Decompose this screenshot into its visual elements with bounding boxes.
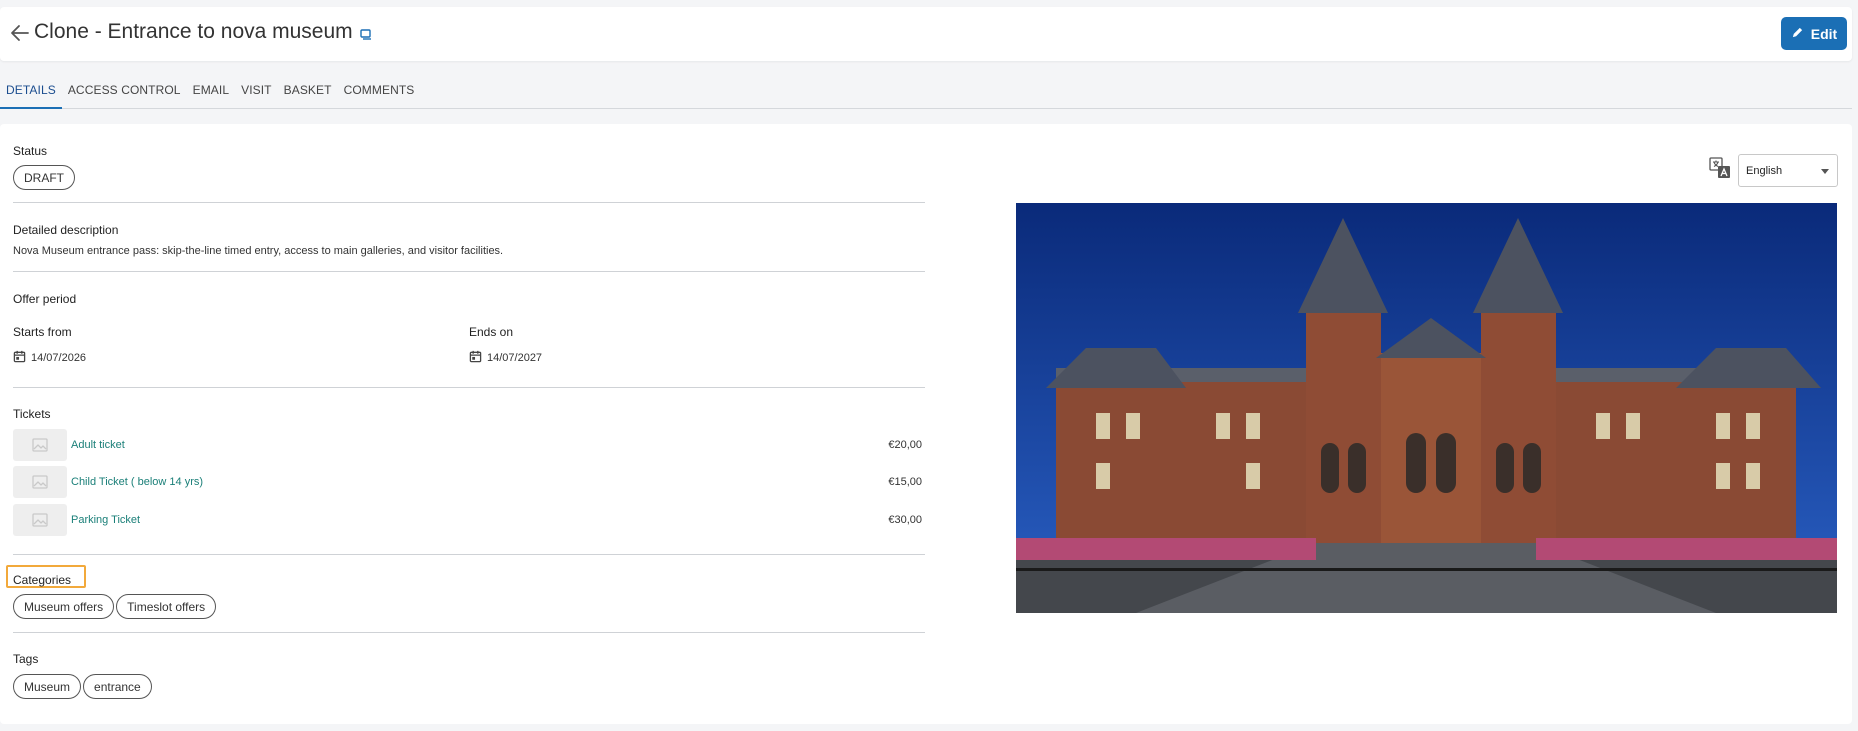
ends-on-field: Ends on 14/07/2027 [469, 325, 909, 366]
description-label: Detailed description [13, 223, 119, 237]
title-group: Clone - Entrance to nova museum [34, 20, 373, 44]
tab-access-control[interactable]: ACCESS CONTROL [62, 78, 187, 109]
categories-label: Categories [13, 573, 72, 587]
language-select[interactable]: English [1738, 154, 1838, 187]
starts-from-value: 14/07/2026 [31, 352, 87, 364]
tab-visit[interactable]: VISIT [235, 78, 278, 109]
divider [13, 387, 925, 388]
tag-chip[interactable]: entrance [83, 674, 152, 699]
calendar-icon [469, 350, 482, 366]
tab-email[interactable]: EMAIL [187, 78, 236, 109]
back-arrow-icon[interactable] [8, 21, 32, 45]
categories-section: Categories Museum offers Timeslot offers [13, 573, 925, 619]
tags-section: Tags Museum entrance [13, 652, 925, 699]
tab-details[interactable]: DETAILS [0, 78, 62, 109]
tickets-section: Tickets [13, 407, 925, 421]
category-chip[interactable]: Museum offers [13, 594, 115, 619]
edit-button[interactable]: Edit [1781, 17, 1847, 50]
language-select-value: English [1746, 164, 1783, 177]
ends-on-value: 14/07/2027 [487, 352, 543, 364]
clone-link-icon[interactable] [359, 27, 373, 41]
ticket-name-link[interactable]: Parking Ticket [71, 514, 140, 526]
ends-on-label: Ends on [469, 325, 514, 339]
status-section: Status DRAFT [13, 144, 925, 190]
ticket-price: €15,00 [888, 476, 922, 488]
category-chip[interactable]: Timeslot offers [116, 594, 217, 619]
tag-chip[interactable]: Museum [13, 674, 82, 699]
tickets-label: Tickets [13, 407, 51, 421]
starts-from-label: Starts from [13, 325, 72, 339]
image-placeholder-icon [13, 429, 67, 461]
status-badge: DRAFT [13, 165, 75, 190]
details-card: Status DRAFT Detailed description Nova M… [0, 124, 1852, 724]
offer-image [1016, 203, 1837, 613]
ticket-name-link[interactable]: Child Ticket ( below 14 yrs) [71, 476, 203, 488]
ticket-row: Adult ticket €20,00 [13, 429, 925, 461]
translate-icon[interactable] [1709, 157, 1731, 179]
divider [13, 554, 925, 555]
tags-label: Tags [13, 652, 39, 666]
description-text: Nova Museum entrance pass: skip-the-line… [13, 245, 504, 257]
tab-bar: DETAILS ACCESS CONTROL EMAIL VISIT BASKE… [0, 78, 1852, 109]
status-label: Status [13, 144, 48, 158]
tab-basket[interactable]: BASKET [278, 78, 338, 109]
page-title: Clone - Entrance to nova museum [34, 20, 353, 43]
ticket-price: €30,00 [888, 514, 922, 526]
page-header: Clone - Entrance to nova museum Edit [0, 7, 1852, 61]
ticket-name-link[interactable]: Adult ticket [71, 439, 125, 451]
ticket-row: Parking Ticket €30,00 [13, 504, 925, 536]
edit-button-label: Edit [1810, 25, 1838, 42]
image-placeholder-icon [13, 504, 67, 536]
starts-from-field: Starts from 14/07/2026 [13, 325, 453, 366]
chevron-down-icon [1821, 169, 1829, 174]
image-placeholder-icon [13, 466, 67, 498]
tab-comments[interactable]: COMMENTS [338, 78, 421, 109]
description-section: Detailed description Nova Museum entranc… [13, 223, 925, 257]
divider [13, 632, 925, 633]
divider [13, 202, 925, 203]
ticket-price: €20,00 [888, 439, 922, 451]
offer-period-section: Offer period [13, 292, 925, 306]
calendar-icon [13, 350, 26, 366]
pencil-icon [1791, 26, 1804, 42]
ticket-row: Child Ticket ( below 14 yrs) €15,00 [13, 466, 925, 498]
divider [13, 271, 925, 272]
offer-period-label: Offer period [13, 292, 77, 306]
